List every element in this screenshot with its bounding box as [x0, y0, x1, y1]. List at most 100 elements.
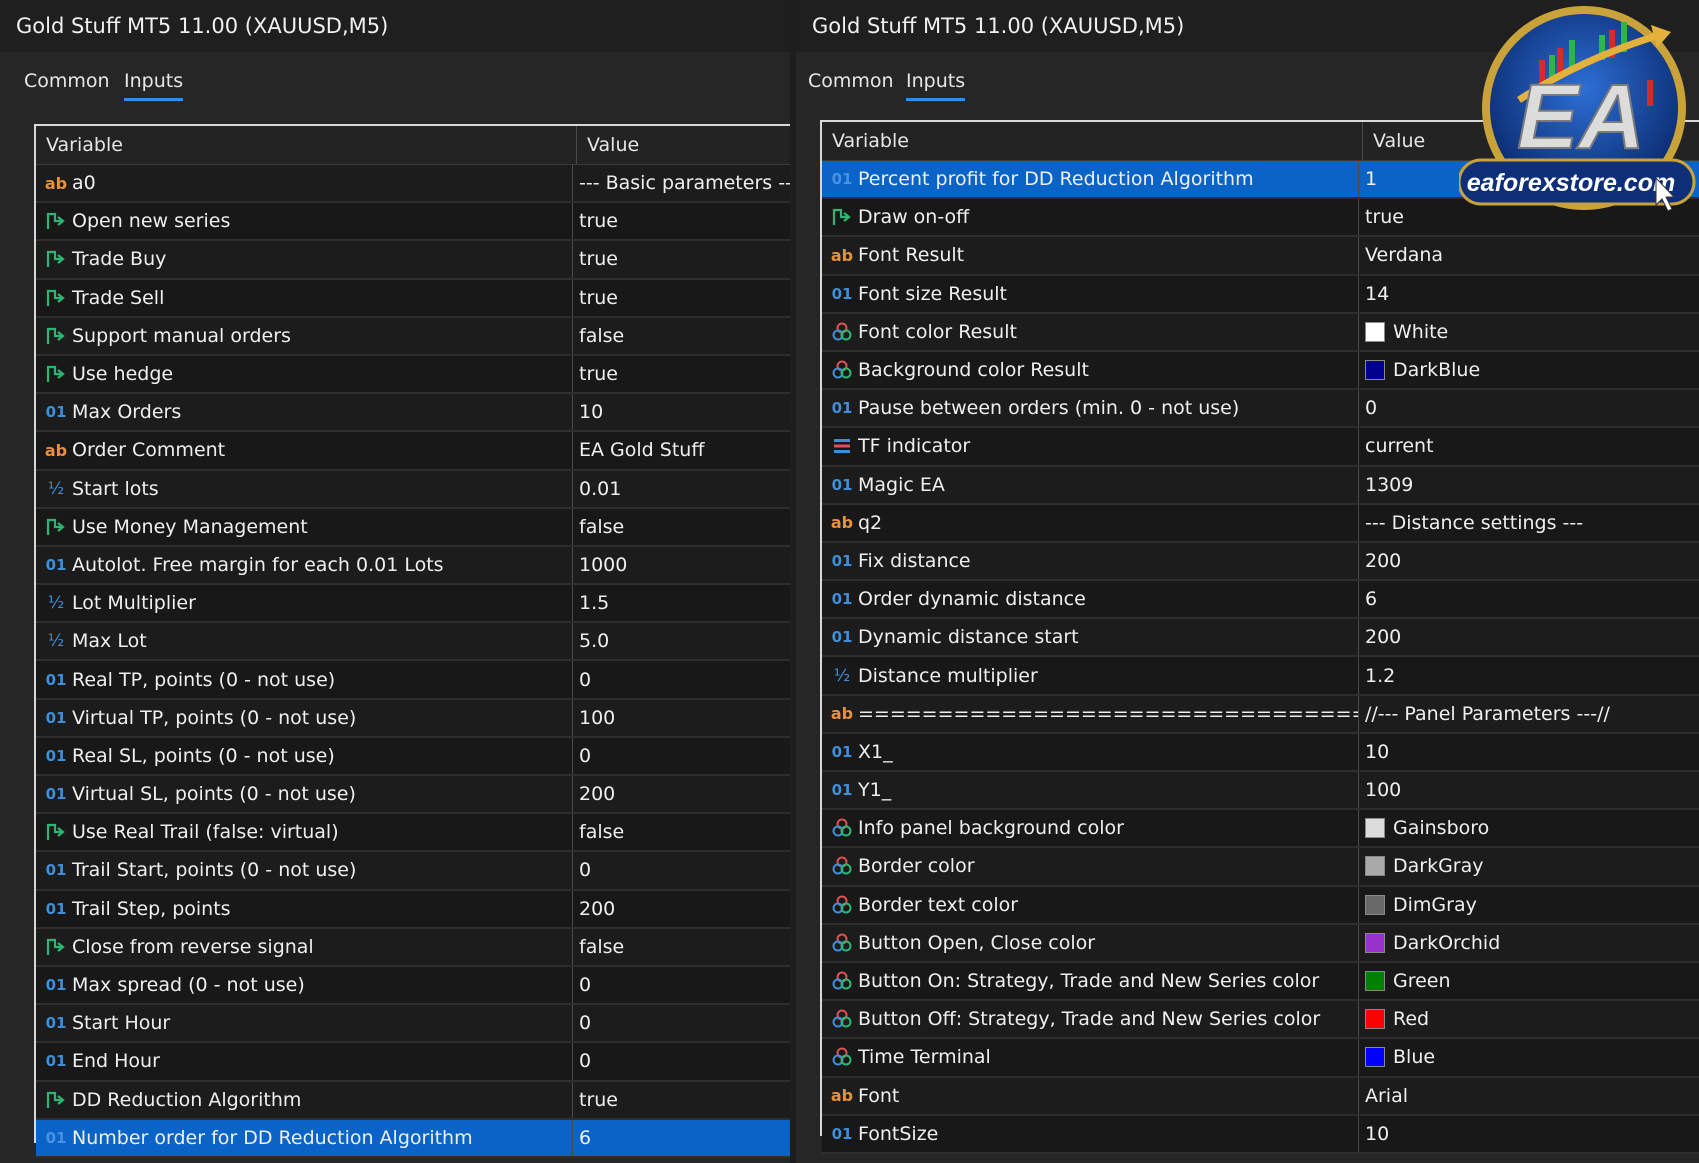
- table-row[interactable]: 01 Order dynamic distance 6: [822, 581, 1699, 620]
- value-cell[interactable]: 0: [573, 852, 790, 888]
- value-cell[interactable]: 0: [573, 1043, 790, 1079]
- table-row[interactable]: Button Open, Close color DarkOrchid: [822, 924, 1699, 963]
- value-cell[interactable]: 100: [1359, 772, 1699, 808]
- table-row[interactable]: ab ================================... //-…: [822, 695, 1699, 734]
- value-cell[interactable]: //--- Panel Parameters ---//: [1359, 696, 1699, 732]
- value-cell[interactable]: DarkBlue: [1359, 352, 1699, 388]
- value-cell[interactable]: current: [1359, 428, 1699, 464]
- value-cell[interactable]: DarkOrchid: [1359, 925, 1699, 961]
- value-cell[interactable]: 10: [1359, 734, 1699, 770]
- value-cell[interactable]: true: [573, 356, 790, 392]
- table-row[interactable]: 01 Trail Step, points 200: [36, 890, 790, 929]
- table-row[interactable]: Button On: Strategy, Trade and New Serie…: [822, 962, 1699, 1002]
- value-cell[interactable]: DimGray: [1359, 887, 1699, 923]
- table-row[interactable]: TF indicator current: [822, 428, 1699, 467]
- value-cell[interactable]: 0: [573, 1005, 790, 1041]
- table-row[interactable]: Border color DarkGray: [822, 848, 1699, 887]
- table-row[interactable]: 01 Virtual SL, points (0 - not use) 200: [36, 776, 790, 815]
- value-cell[interactable]: true: [573, 203, 790, 239]
- table-row[interactable]: ½ Distance multiplier 1.2: [822, 657, 1699, 696]
- value-cell[interactable]: 5.0: [573, 623, 790, 659]
- tab-common[interactable]: Common: [808, 70, 894, 98]
- table-row[interactable]: 01 Number order for DD Reduction Algorith…: [36, 1119, 790, 1158]
- column-header-variable[interactable]: Variable: [822, 122, 1363, 160]
- table-row[interactable]: 01 Y1_ 100: [822, 772, 1699, 811]
- table-row[interactable]: Trade Buy true: [36, 241, 790, 280]
- value-cell[interactable]: true: [573, 241, 790, 277]
- table-row[interactable]: Button Off: Strategy, Trade and New Seri…: [822, 1001, 1699, 1040]
- value-cell[interactable]: Blue: [1359, 1039, 1699, 1075]
- value-cell[interactable]: 10: [573, 394, 790, 430]
- value-cell[interactable]: 0: [573, 661, 790, 697]
- table-row[interactable]: 01 Pause between orders (min. 0 - not use…: [822, 390, 1699, 429]
- value-cell[interactable]: White: [1359, 314, 1699, 350]
- table-row[interactable]: 01 Max spread (0 - not use) 0: [36, 966, 790, 1006]
- table-row[interactable]: Support manual orders false: [36, 317, 790, 356]
- value-cell[interactable]: 6: [573, 1120, 790, 1156]
- value-cell[interactable]: 200: [573, 776, 790, 812]
- table-row[interactable]: 01 Max Orders 10: [36, 394, 790, 433]
- column-header-value[interactable]: Value: [577, 126, 790, 164]
- table-row[interactable]: ab Order Comment EA Gold Stuff: [36, 432, 790, 471]
- table-row[interactable]: Border text color DimGray: [822, 886, 1699, 925]
- table-row[interactable]: Trade Sell true: [36, 279, 790, 318]
- table-row[interactable]: ½ Lot Multiplier 1.5: [36, 585, 790, 624]
- table-row[interactable]: 01 Trail Start, points (0 - not use) 0: [36, 852, 790, 891]
- value-cell[interactable]: Gainsboro: [1359, 810, 1699, 846]
- value-cell[interactable]: 1309: [1359, 467, 1699, 503]
- value-cell[interactable]: 14: [1359, 276, 1699, 312]
- value-cell[interactable]: Arial: [1359, 1078, 1699, 1114]
- table-row[interactable]: 01 FontSize 10: [822, 1115, 1699, 1154]
- table-row[interactable]: 01 Autolot. Free margin for each 0.01 Lot…: [36, 546, 790, 586]
- table-row[interactable]: Use hedge true: [36, 355, 790, 395]
- table-row[interactable]: ab a0 --- Basic parameters ---: [36, 165, 790, 204]
- table-row[interactable]: 01 Font size Result 14: [822, 275, 1699, 314]
- value-cell[interactable]: true: [573, 1082, 790, 1118]
- table-row[interactable]: DD Reduction Algorithm true: [36, 1081, 790, 1120]
- value-cell[interactable]: 0.01: [573, 471, 790, 507]
- table-row[interactable]: ab Font Result Verdana: [822, 237, 1699, 276]
- tab-inputs[interactable]: Inputs: [124, 70, 184, 101]
- value-cell[interactable]: 1000: [573, 547, 790, 583]
- table-row[interactable]: 01 Start Hour 0: [36, 1005, 790, 1044]
- table-row[interactable]: ½ Max Lot 5.0: [36, 623, 790, 662]
- table-row[interactable]: 01 Fix distance 200: [822, 542, 1699, 582]
- value-cell[interactable]: Green: [1359, 963, 1699, 999]
- table-row[interactable]: Font color Result White: [822, 313, 1699, 352]
- value-cell[interactable]: 1.2: [1359, 657, 1699, 693]
- table-row[interactable]: 01 Virtual TP, points (0 - not use) 100: [36, 699, 790, 738]
- table-row[interactable]: 01 X1_ 10: [822, 733, 1699, 772]
- table-row[interactable]: 01 Magic EA 1309: [822, 466, 1699, 505]
- value-cell[interactable]: false: [573, 929, 790, 965]
- value-cell[interactable]: --- Distance settings ---: [1359, 505, 1699, 541]
- table-row[interactable]: ab Font Arial: [822, 1077, 1699, 1116]
- table-row[interactable]: 01 End Hour 0: [36, 1043, 790, 1082]
- value-cell[interactable]: DarkGray: [1359, 848, 1699, 884]
- value-cell[interactable]: EA Gold Stuff: [573, 432, 790, 468]
- table-row[interactable]: Time Terminal Blue: [822, 1039, 1699, 1078]
- value-cell[interactable]: 200: [1359, 619, 1699, 655]
- table-row[interactable]: ½ Start lots 0.01: [36, 470, 790, 509]
- tab-inputs[interactable]: Inputs: [906, 70, 966, 101]
- table-row[interactable]: Use Real Trail (false: virtual) false: [36, 814, 790, 853]
- tab-common[interactable]: Common: [24, 70, 110, 98]
- value-cell[interactable]: false: [573, 318, 790, 354]
- table-row[interactable]: ab q2 --- Distance settings ---: [822, 504, 1699, 543]
- value-cell[interactable]: 100: [573, 700, 790, 736]
- table-row[interactable]: 01 Real TP, points (0 - not use) 0: [36, 661, 790, 700]
- value-cell[interactable]: true: [573, 280, 790, 316]
- table-row[interactable]: Use Money Management false: [36, 508, 790, 547]
- table-row[interactable]: 01 Real SL, points (0 - not use) 0: [36, 737, 790, 776]
- value-cell[interactable]: 10: [1359, 1116, 1699, 1152]
- value-cell[interactable]: 1.5: [573, 585, 790, 621]
- value-cell[interactable]: 6: [1359, 581, 1699, 617]
- table-row[interactable]: Close from reverse signal false: [36, 928, 790, 967]
- value-cell[interactable]: false: [573, 509, 790, 545]
- value-cell[interactable]: 0: [573, 967, 790, 1003]
- value-cell[interactable]: 0: [1359, 390, 1699, 426]
- table-row[interactable]: Open new series true: [36, 203, 790, 242]
- table-row[interactable]: Background color Result DarkBlue: [822, 351, 1699, 391]
- table-row[interactable]: 01 Dynamic distance start 200: [822, 619, 1699, 658]
- column-header-variable[interactable]: Variable: [36, 126, 577, 164]
- value-cell[interactable]: Red: [1359, 1001, 1699, 1037]
